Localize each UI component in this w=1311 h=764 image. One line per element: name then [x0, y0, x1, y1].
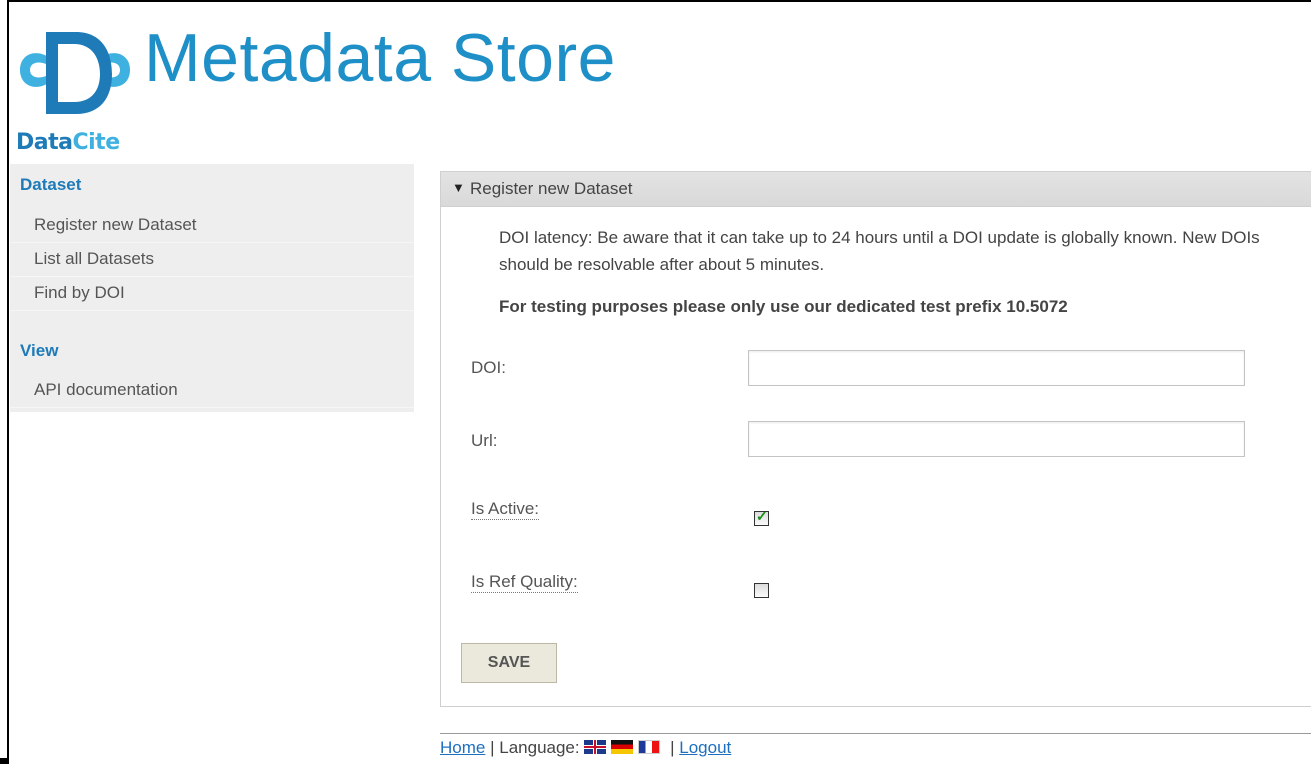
sidebar-item-register-new-dataset[interactable]: Register new Dataset: [10, 208, 414, 243]
app-title: Metadata Store: [144, 20, 616, 96]
sidebar-item-label: Find by DOI: [34, 283, 125, 302]
datacite-logo-icon: [20, 32, 130, 114]
sidebar: Dataset Register new Dataset List all Da…: [10, 164, 414, 412]
panel-title: Register new Dataset: [470, 179, 633, 198]
home-link[interactable]: Home: [440, 738, 485, 757]
window-frame-left: [7, 0, 9, 764]
footer-separator: |: [670, 738, 675, 757]
sidebar-item-list-all-datasets[interactable]: List all Datasets: [10, 242, 414, 277]
window-frame-corner: [0, 758, 9, 764]
sidebar-heading-dataset: Dataset: [20, 175, 82, 194]
doi-label: DOI:: [471, 358, 506, 377]
doi-input[interactable]: [748, 350, 1245, 386]
sidebar-heading-view: View: [20, 341, 59, 360]
sidebar-item-label: API documentation: [34, 380, 178, 399]
logout-link[interactable]: Logout: [679, 738, 731, 757]
logo-wordmark: DataCite: [16, 130, 120, 155]
language-label: Language:: [499, 738, 580, 757]
url-input[interactable]: [748, 421, 1245, 457]
logo-wordmark-data: Data: [16, 130, 73, 155]
sidebar-item-label: List all Datasets: [34, 249, 154, 268]
sidebar-item-label: Register new Dataset: [34, 215, 197, 234]
footer: Home | Language: | Logout: [440, 738, 731, 758]
checkmark-icon: ✓: [756, 508, 768, 524]
test-prefix-notice: For testing purposes please only use our…: [499, 297, 1068, 316]
german-flag-icon[interactable]: [611, 740, 634, 754]
url-label: Url:: [471, 431, 498, 450]
panel-header[interactable]: ▼ Register new Dataset: [441, 172, 1311, 207]
sidebar-item-api-documentation[interactable]: API documentation: [10, 373, 414, 408]
is-ref-quality-label: Is Ref Quality:: [471, 572, 578, 593]
french-flag-icon[interactable]: [638, 740, 661, 754]
sidebar-item-find-by-doi[interactable]: Find by DOI: [10, 276, 414, 311]
is-active-checkbox[interactable]: ✓: [754, 508, 769, 526]
english-flag-icon[interactable]: [584, 740, 607, 754]
save-button[interactable]: SAVE: [461, 643, 557, 683]
window-frame-top: [7, 0, 1311, 2]
footer-separator: |: [490, 738, 495, 757]
footer-divider: [440, 733, 1311, 734]
logo-wordmark-cite: Cite: [72, 130, 120, 155]
register-dataset-panel: ▼ Register new Dataset DOI latency: Be a…: [440, 171, 1311, 707]
is-ref-quality-checkbox[interactable]: [754, 583, 769, 598]
collapse-triangle-icon[interactable]: ▼: [452, 180, 465, 195]
is-active-label: Is Active:: [471, 499, 540, 520]
datacite-logo[interactable]: DataCite: [16, 18, 134, 155]
doi-latency-notice: DOI latency: Be aware that it can take u…: [499, 228, 1260, 274]
